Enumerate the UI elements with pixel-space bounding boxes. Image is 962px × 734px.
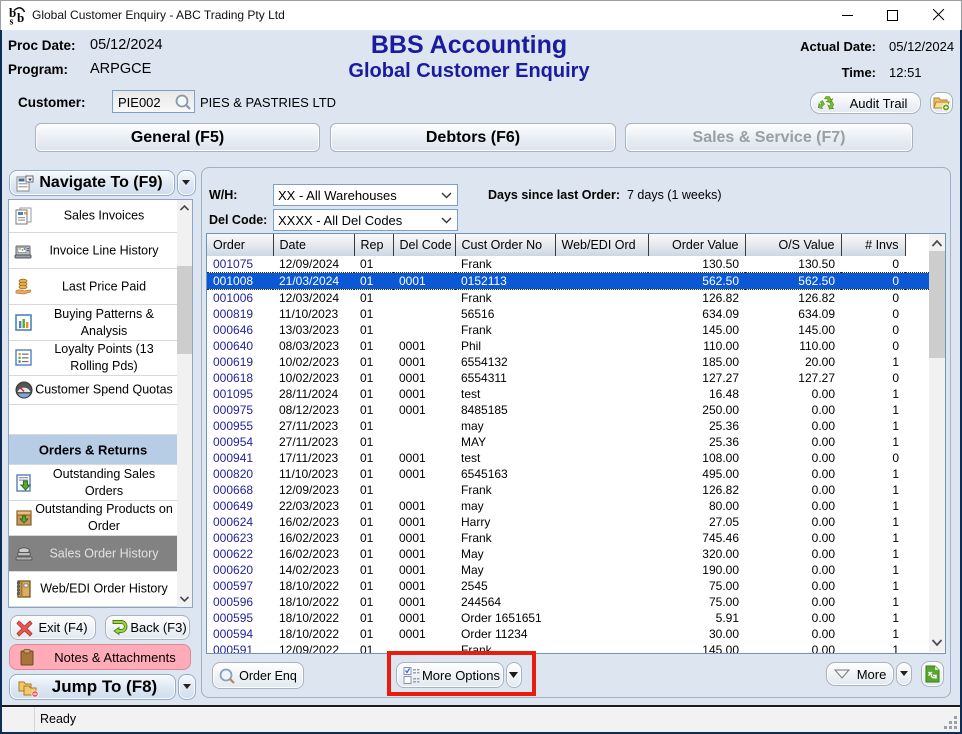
svg-text:b: b bbox=[17, 10, 24, 25]
svg-text:s: s bbox=[10, 17, 14, 26]
